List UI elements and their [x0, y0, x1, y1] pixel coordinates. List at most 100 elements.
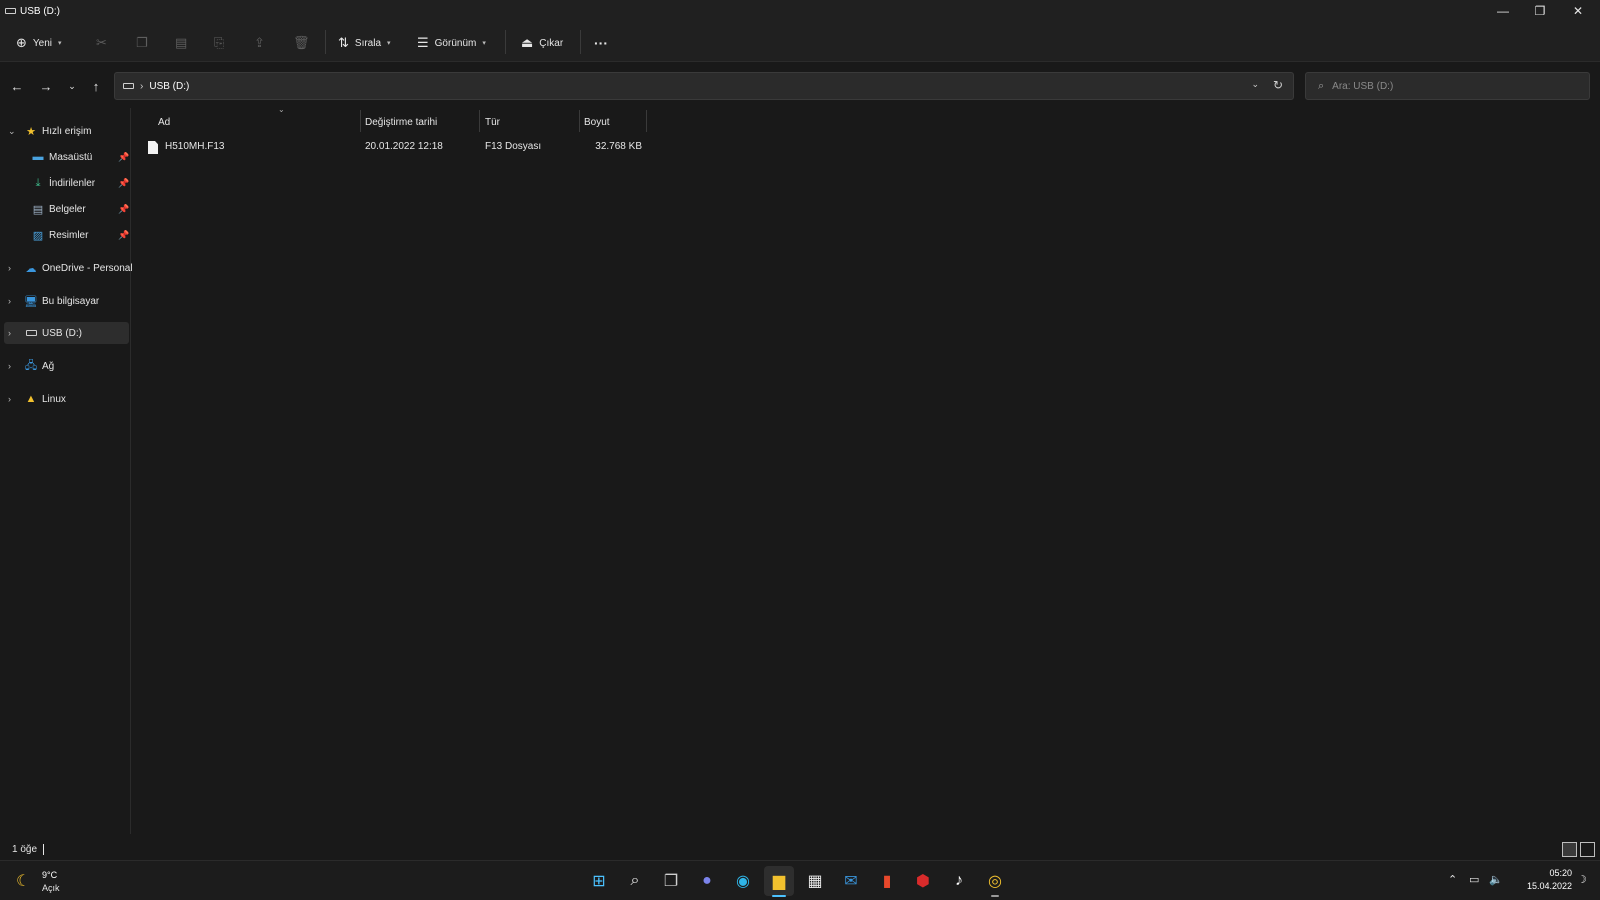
- column-divider[interactable]: [646, 110, 647, 132]
- eject-icon: ⏏: [521, 35, 534, 50]
- column-divider[interactable]: [360, 110, 361, 132]
- breadcrumb-separator: ›: [140, 80, 144, 92]
- sort-button[interactable]: ⇅ Sırala ▾: [338, 30, 391, 56]
- desktop-icon: ▬: [32, 151, 44, 163]
- eject-button-label: Çıkar: [539, 37, 564, 49]
- sidebar-item-desktop[interactable]: ▬ Masaüstü 📌: [4, 146, 130, 168]
- sidebar-item-label: Masaüstü: [49, 151, 93, 163]
- column-header-type[interactable]: Tür: [485, 110, 575, 134]
- up-button[interactable]: ↑: [86, 76, 106, 96]
- new-button[interactable]: ⊕ Yeni ▾: [16, 30, 62, 56]
- search-input[interactable]: [1332, 80, 1573, 92]
- sidebar-item-usb[interactable]: › USB (D:): [4, 322, 129, 344]
- eject-button[interactable]: ⏏ Çıkar: [521, 30, 563, 56]
- cut-icon: ✂: [96, 35, 107, 50]
- show-hidden-icons-button[interactable]: ⌃: [1448, 873, 1457, 886]
- maximize-button[interactable]: ❐: [1521, 0, 1559, 22]
- sidebar-item-quick-access[interactable]: ⌄ ★ Hızlı erişim: [4, 120, 129, 142]
- taskbar-search-button[interactable]: ⌕: [620, 866, 650, 896]
- item-count: 1 öğe: [12, 844, 38, 855]
- office-button[interactable]: ▮: [872, 866, 902, 896]
- chrome-button[interactable]: ◎: [980, 866, 1010, 897]
- expand-chevron-icon[interactable]: ›: [8, 361, 11, 371]
- store-button[interactable]: ▦: [800, 866, 830, 896]
- address-history-chevron-icon[interactable]: ⌄: [1251, 79, 1259, 90]
- cut-button[interactable]: ✂: [96, 30, 107, 56]
- column-header-name[interactable]: Ad ⌄: [158, 105, 352, 134]
- pin-icon: 📌: [118, 203, 130, 214]
- search-icon: ⌕: [630, 872, 640, 889]
- search-box[interactable]: ⌕: [1305, 72, 1590, 100]
- table-row[interactable]: H510MH.F13 20.01.2022 12:18 F13 Dosyası …: [142, 136, 778, 158]
- column-header-modified[interactable]: Değiştirme tarihi: [365, 110, 475, 134]
- sort-button-label: Sırala: [354, 37, 382, 49]
- sidebar-item-linux[interactable]: › ▲ Linux: [4, 388, 129, 410]
- refresh-icon[interactable]: ↻: [1273, 78, 1283, 92]
- sidebar-item-onedrive[interactable]: › ☁ OneDrive - Personal: [4, 257, 133, 279]
- details-view-button[interactable]: [1562, 842, 1577, 857]
- start-icon: ⊞: [592, 873, 606, 890]
- sidebar-item-documents[interactable]: ▤ Belgeler 📌: [4, 198, 129, 220]
- pictures-icon: ▨: [32, 229, 44, 242]
- file-size: 32.768 KB: [595, 141, 642, 152]
- sidebar-item-downloads[interactable]: ⤓ İndirilenler 📌: [4, 172, 130, 194]
- expand-chevron-icon[interactable]: ›: [8, 328, 11, 338]
- mail-button[interactable]: ✉: [836, 866, 866, 896]
- more-options-button[interactable]: ···: [594, 30, 608, 56]
- sort-arrows-icon: ⇅: [338, 35, 349, 50]
- view-list-icon: ☰: [417, 35, 429, 50]
- active-indicator: [772, 895, 786, 897]
- network-tray-icon[interactable]: ▭: [1469, 873, 1479, 886]
- expand-chevron-icon[interactable]: ›: [8, 263, 11, 273]
- file-explorer-button[interactable]: ▆: [764, 866, 794, 897]
- copy-icon: ❐: [136, 35, 148, 50]
- expand-chevron-icon[interactable]: ›: [8, 394, 11, 404]
- close-button[interactable]: ✕: [1559, 0, 1597, 22]
- rename-button[interactable]: ⎘: [214, 30, 224, 56]
- task-view-button[interactable]: ❐: [656, 866, 686, 896]
- sidebar-item-label: USB (D:): [42, 327, 82, 339]
- sidebar-item-label: İndirilenler: [49, 177, 96, 189]
- volume-icon[interactable]: 🔈: [1489, 873, 1503, 886]
- sidebar-item-label: Hızlı erişim: [42, 125, 92, 137]
- view-button-label: Görünüm: [434, 37, 477, 49]
- column-header-size[interactable]: Boyut: [584, 110, 644, 134]
- file-explorer-icon: ▆: [772, 873, 786, 890]
- breadcrumb-location[interactable]: USB (D:): [149, 81, 189, 92]
- large-icons-view-button[interactable]: [1580, 842, 1595, 857]
- edge-button[interactable]: ◉: [728, 866, 758, 896]
- sidebar-item-label: Resimler: [49, 229, 89, 241]
- paste-button[interactable]: ▤: [175, 30, 187, 56]
- security-button[interactable]: ⬢: [908, 866, 938, 896]
- clock[interactable]: 05:20 15.04.2022: [1512, 867, 1572, 893]
- sidebar-item-network[interactable]: › 🖧 Ağ: [4, 355, 129, 377]
- rename-icon: ⎘: [214, 35, 225, 50]
- column-divider[interactable]: [579, 110, 580, 132]
- expand-chevron-icon[interactable]: ⌄: [8, 126, 16, 137]
- window-title: USB (D:): [20, 5, 60, 17]
- column-divider[interactable]: [479, 110, 480, 132]
- sidebar-item-pictures[interactable]: ▨ Resimler 📌: [4, 224, 129, 246]
- task-view-icon: ❐: [663, 873, 679, 890]
- chat-button[interactable]: ●: [692, 866, 722, 896]
- share-button[interactable]: ⇪: [254, 30, 265, 56]
- forward-button[interactable]: →: [36, 76, 56, 96]
- sidebar-item-label: Ağ: [42, 360, 55, 372]
- expand-chevron-icon[interactable]: ›: [8, 296, 11, 306]
- column-header-name-label: Ad: [158, 116, 171, 128]
- address-bar[interactable]: › USB (D:) ⌄ ↻: [114, 72, 1294, 100]
- view-button[interactable]: ☰ Görünüm ▾: [417, 30, 486, 56]
- minimize-button[interactable]: —: [1484, 0, 1522, 22]
- start-button[interactable]: ⊞: [584, 866, 614, 896]
- weather-temperature: 9°C: [42, 870, 58, 880]
- notification-icon[interactable]: ☽: [1577, 873, 1587, 886]
- weather-widget[interactable]: ☾ 9°C Açık: [16, 869, 106, 895]
- taskbar: ☾ 9°C Açık ⊞ ⌕ ❐ ● ◉ ▆ ▦ ✉ ▮ ⬢ ♪ ◎ ⌃ ▭ 🔈…: [0, 860, 1600, 900]
- recent-locations-button[interactable]: ⌄: [62, 76, 82, 96]
- tiktok-button[interactable]: ♪: [944, 866, 974, 896]
- back-button[interactable]: ←: [7, 76, 27, 96]
- search-icon: ⌕: [1318, 79, 1325, 92]
- sidebar-item-this-pc[interactable]: › 🖥 Bu bilgisayar: [4, 290, 129, 312]
- delete-button[interactable]: 🗑: [293, 30, 310, 56]
- copy-button[interactable]: ❐: [136, 30, 148, 56]
